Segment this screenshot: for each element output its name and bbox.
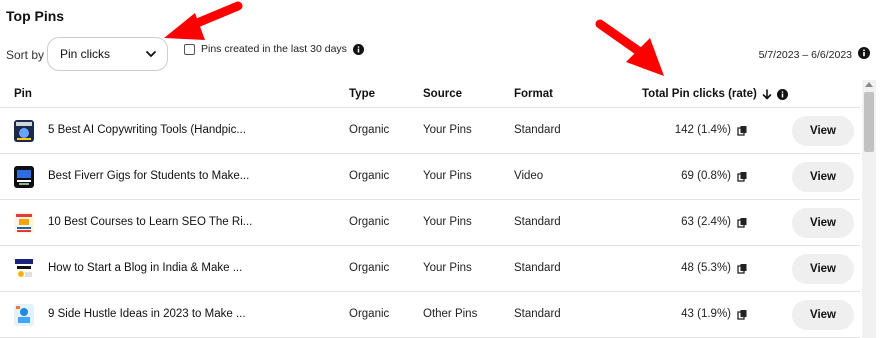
sort-descending-icon [762,88,772,99]
pin-source: Your Pins [423,216,472,228]
top-pins-table: Pin Type Source Format Total Pin clicks … [0,80,860,338]
table-row[interactable]: How to Start a Blog in India & Make ... … [0,246,860,292]
pin-clicks-value: 69 (0.8%) [681,170,731,182]
sort-by-select[interactable]: Pin clicks [47,37,168,71]
pin-title[interactable]: How to Start a Blog in India & Make ... [48,262,242,274]
view-button[interactable]: View [792,208,854,238]
copy-icon[interactable] [737,263,748,274]
pin-clicks-value: 63 (2.4%) [681,216,731,228]
pin-source: Your Pins [423,262,472,274]
recent-pins-checkbox[interactable] [184,43,195,55]
copy-icon[interactable] [737,217,748,228]
info-icon[interactable] [352,43,364,55]
pin-type: Organic [349,262,390,274]
sort-by-value: Pin clicks [60,47,111,61]
scroll-up-arrow-icon[interactable] [865,82,873,87]
header-source: Source [423,88,462,100]
copy-icon[interactable] [737,125,748,136]
pin-type: Organic [349,308,390,320]
table-row[interactable]: 10 Best Courses to Learn SEO The Ri... O… [0,200,860,246]
pin-title[interactable]: 10 Best Courses to Learn SEO The Ri... [48,216,252,228]
annotation-arrow-sort [164,1,243,40]
copy-icon[interactable] [737,309,748,320]
pin-clicks-value: 48 (5.3%) [681,262,731,274]
pin-title[interactable]: Best Fiverr Gigs for Students to Make... [48,170,249,182]
pin-type: Organic [349,170,390,182]
pin-clicks: 69 (0.8%) [681,170,748,182]
date-range[interactable]: 5/7/2023 – 6/6/2023 [759,49,852,61]
pin-thumbnail [14,304,34,326]
table-row[interactable]: 5 Best AI Copywriting Tools (Handpic... … [0,108,860,154]
recent-pins-filter[interactable]: Pins created in the last 30 days [184,43,364,55]
pin-clicks: 48 (5.3%) [681,262,748,274]
pin-format: Standard [514,262,561,274]
pin-source: Other Pins [423,308,478,320]
vertical-scrollbar[interactable] [862,80,876,338]
table-row[interactable]: 9 Side Hustle Ideas in 2023 to Make ... … [0,292,860,338]
pin-format: Standard [514,216,561,228]
pin-source: Your Pins [423,124,472,136]
recent-pins-filter-label: Pins created in the last 30 days [201,43,347,55]
view-button[interactable]: View [792,254,854,284]
table-row[interactable]: Best Fiverr Gigs for Students to Make...… [0,154,860,200]
pin-thumbnail [14,258,34,280]
pin-format: Standard [514,124,561,136]
table-header: Pin Type Source Format Total Pin clicks … [0,80,860,108]
pin-clicks-value: 142 (1.4%) [674,124,731,136]
header-clicks-label: Total Pin clicks (rate) [642,88,757,100]
sort-by-label: Sort by [6,48,45,62]
pin-clicks: 142 (1.4%) [675,124,748,136]
header-pin: Pin [14,88,32,100]
pin-thumbnail [14,212,34,234]
view-button[interactable]: View [792,300,854,330]
pin-type: Organic [349,124,390,136]
pin-title[interactable]: 5 Best AI Copywriting Tools (Handpic... [48,124,246,136]
copy-icon[interactable] [737,171,748,182]
info-icon[interactable] [776,88,788,100]
pin-source: Your Pins [423,170,472,182]
pin-format: Video [514,170,544,182]
view-button[interactable]: View [792,162,854,192]
annotation-arrow-clicks [595,19,664,76]
info-icon[interactable] [858,47,870,59]
pin-thumbnail [14,166,34,188]
view-button[interactable]: View [792,116,854,146]
pin-format: Standard [514,308,561,320]
pin-clicks: 63 (2.4%) [681,216,748,228]
pin-type: Organic [349,216,390,228]
header-format: Format [514,88,553,100]
chevron-down-icon [146,51,156,57]
scrollbar-thumb[interactable] [864,92,874,152]
page-title: Top Pins [6,8,65,24]
pin-thumbnail [14,120,34,142]
pin-title[interactable]: 9 Side Hustle Ideas in 2023 to Make ... [48,308,246,320]
header-type: Type [349,88,375,100]
pin-clicks-value: 43 (1.9%) [681,308,731,320]
header-clicks[interactable]: Total Pin clicks (rate) [642,88,788,100]
pin-clicks: 43 (1.9%) [681,308,748,320]
